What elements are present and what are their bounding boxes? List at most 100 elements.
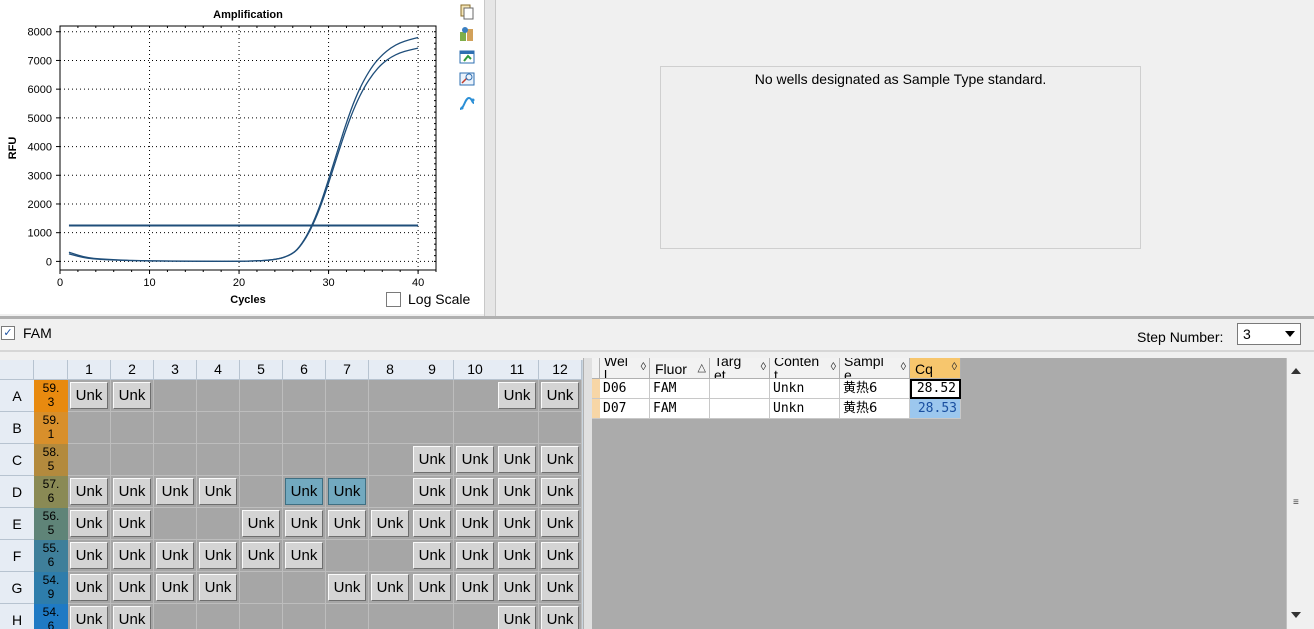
- plate-row-header[interactable]: C: [0, 444, 34, 476]
- plate-well[interactable]: Unk: [496, 444, 539, 476]
- step-number-select[interactable]: 3: [1237, 323, 1301, 345]
- plate-well[interactable]: [240, 476, 283, 508]
- well-sample-label[interactable]: Unk: [113, 478, 151, 505]
- plate-well[interactable]: Unk: [68, 380, 111, 412]
- well-sample-label[interactable]: Unk: [328, 510, 366, 537]
- plate-well[interactable]: [369, 604, 412, 629]
- sort-icon[interactable]: ◊: [641, 361, 646, 373]
- column-header-sample[interactable]: Sampl e ◊: [840, 358, 910, 379]
- plate-well[interactable]: [326, 380, 369, 412]
- plate-well[interactable]: Unk: [539, 604, 582, 629]
- plate-well[interactable]: Unk: [539, 476, 582, 508]
- log-scale-toggle[interactable]: Log Scale: [386, 291, 470, 307]
- well-sample-label[interactable]: Unk: [541, 606, 579, 629]
- plate-well[interactable]: Unk: [68, 540, 111, 572]
- well-sample-label[interactable]: Unk: [70, 510, 108, 537]
- plate-well[interactable]: Unk: [454, 540, 497, 572]
- fam-checkbox[interactable]: ✓: [1, 326, 15, 340]
- table-cell-cq[interactable]: 28.52: [910, 379, 961, 399]
- plate-column-header[interactable]: 1: [68, 360, 111, 380]
- plate-well[interactable]: [154, 380, 197, 412]
- well-sample-label[interactable]: Unk: [456, 478, 494, 505]
- plate-column-header[interactable]: 9: [411, 360, 454, 380]
- vertical-splitter[interactable]: [484, 0, 496, 316]
- scroll-up-icon[interactable]: [1291, 368, 1301, 374]
- well-sample-label[interactable]: Unk: [242, 542, 280, 569]
- column-header-fluor[interactable]: Fluor △: [650, 358, 710, 379]
- sort-icon[interactable]: ◊: [831, 361, 836, 373]
- plate-row-header[interactable]: F: [0, 540, 34, 572]
- table-cell-fluor[interactable]: FAM: [650, 399, 710, 419]
- well-sample-label[interactable]: Unk: [199, 574, 237, 601]
- well-sample-label[interactable]: Unk: [285, 478, 323, 505]
- plate-well[interactable]: Unk: [197, 476, 240, 508]
- plate-row-header[interactable]: A: [0, 380, 34, 412]
- column-header-cq[interactable]: Cq ◊: [910, 358, 961, 379]
- plate-well[interactable]: [326, 604, 369, 629]
- plate-row-header[interactable]: G: [0, 572, 34, 604]
- well-sample-label[interactable]: Unk: [70, 382, 108, 409]
- well-sample-label[interactable]: Unk: [413, 574, 451, 601]
- plate-column-header[interactable]: 11: [496, 360, 539, 380]
- well-sample-label[interactable]: Unk: [156, 478, 194, 505]
- plate-well[interactable]: [240, 604, 283, 629]
- well-sample-label[interactable]: Unk: [156, 542, 194, 569]
- well-sample-label[interactable]: Unk: [498, 606, 536, 629]
- plate-well[interactable]: [326, 444, 369, 476]
- table-vertical-scrollbar[interactable]: ≡: [1286, 358, 1307, 629]
- plate-well[interactable]: [240, 412, 283, 444]
- plate-column-header[interactable]: 5: [240, 360, 283, 380]
- well-sample-label[interactable]: Unk: [498, 574, 536, 601]
- plate-well[interactable]: Unk: [283, 476, 326, 508]
- plate-well[interactable]: Unk: [111, 604, 154, 629]
- plate-well[interactable]: Unk: [111, 508, 154, 540]
- plate-well[interactable]: Unk: [496, 508, 539, 540]
- plate-well[interactable]: [154, 604, 197, 629]
- well-sample-label[interactable]: Unk: [541, 574, 579, 601]
- plate-well[interactable]: Unk: [197, 540, 240, 572]
- sort-icon[interactable]: △: [698, 361, 706, 374]
- well-sample-label[interactable]: Unk: [498, 510, 536, 537]
- export-icon[interactable]: [458, 25, 476, 43]
- save-chart-icon[interactable]: [458, 48, 476, 66]
- plate-well[interactable]: [283, 444, 326, 476]
- plate-well[interactable]: [240, 572, 283, 604]
- plate-well[interactable]: Unk: [326, 508, 369, 540]
- plate-well[interactable]: Unk: [326, 572, 369, 604]
- plate-well[interactable]: Unk: [539, 572, 582, 604]
- well-sample-label[interactable]: Unk: [498, 542, 536, 569]
- plate-well[interactable]: [283, 380, 326, 412]
- plate-well[interactable]: Unk: [411, 540, 454, 572]
- plate-well[interactable]: [411, 412, 454, 444]
- curve-settings-icon[interactable]: [458, 94, 476, 112]
- plate-well[interactable]: Unk: [496, 604, 539, 629]
- well-sample-label[interactable]: Unk: [199, 478, 237, 505]
- plate-well[interactable]: [111, 412, 154, 444]
- well-sample-label[interactable]: Unk: [413, 510, 451, 537]
- plate-well[interactable]: Unk: [240, 540, 283, 572]
- well-sample-label[interactable]: Unk: [113, 606, 151, 629]
- plate-well[interactable]: Unk: [68, 476, 111, 508]
- table-cell-well[interactable]: D07: [600, 399, 650, 419]
- well-sample-label[interactable]: Unk: [413, 446, 451, 473]
- plate-well[interactable]: [197, 380, 240, 412]
- well-sample-label[interactable]: Unk: [328, 574, 366, 601]
- plate-column-header[interactable]: 4: [197, 360, 240, 380]
- plate-well[interactable]: [326, 540, 369, 572]
- plate-well[interactable]: [369, 540, 412, 572]
- plate-well[interactable]: Unk: [411, 572, 454, 604]
- plate-well[interactable]: Unk: [539, 444, 582, 476]
- plate-row-header[interactable]: B: [0, 412, 34, 444]
- fluor-filter[interactable]: ✓ FAM: [0, 322, 52, 344]
- plate-well[interactable]: [68, 412, 111, 444]
- plate-well[interactable]: [197, 444, 240, 476]
- well-sample-label[interactable]: Unk: [498, 478, 536, 505]
- well-sample-label[interactable]: Unk: [70, 606, 108, 629]
- plate-well[interactable]: Unk: [240, 508, 283, 540]
- well-sample-label[interactable]: Unk: [413, 478, 451, 505]
- table-cell-target[interactable]: [710, 399, 770, 419]
- plate-well[interactable]: Unk: [326, 476, 369, 508]
- plate-well[interactable]: Unk: [68, 508, 111, 540]
- plate-well[interactable]: Unk: [283, 508, 326, 540]
- plate-column-header[interactable]: 2: [111, 360, 154, 380]
